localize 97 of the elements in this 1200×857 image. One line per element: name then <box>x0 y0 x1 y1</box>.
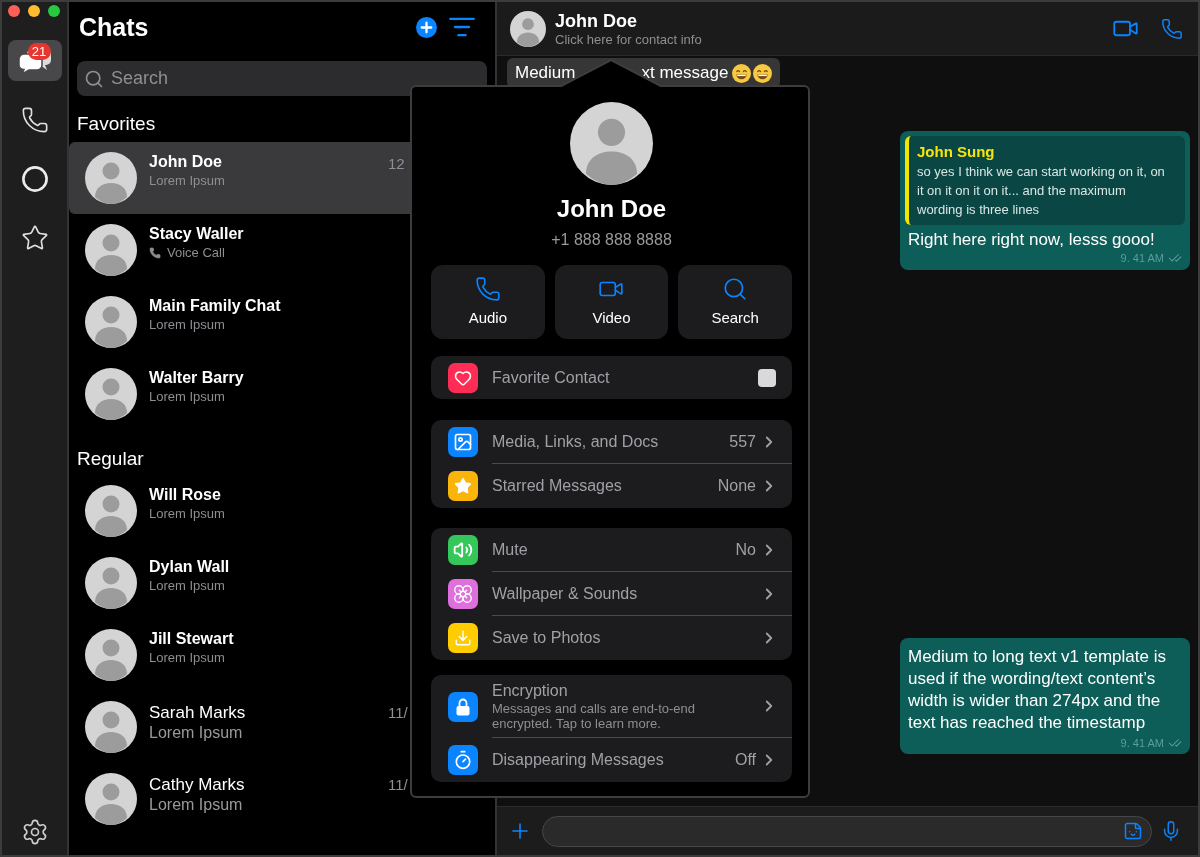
list-title: Chats <box>79 12 150 42</box>
phone-icon <box>20 105 49 134</box>
phone-icon[interactable] <box>1161 17 1183 40</box>
chat-preview: Lorem Ipsum <box>149 795 244 815</box>
starred-messages-row[interactable]: Starred Messages None <box>431 464 792 508</box>
message-time: 9. 41 AM <box>1120 736 1164 750</box>
unread-count-badge: 21 <box>27 43 51 60</box>
chat-preview: Lorem Ipsum <box>149 505 226 523</box>
avatar-silhouette <box>85 629 137 681</box>
grinning-face-icon <box>753 63 773 83</box>
chat-name: Stacy Waller <box>149 224 245 244</box>
search-button[interactable]: Search <box>678 265 792 339</box>
row-label: Wallpaper & Sounds <box>492 583 639 604</box>
section-title: Regular <box>77 447 145 471</box>
speaker-icon <box>448 535 478 565</box>
section-title: Favorites <box>77 112 157 136</box>
chat-preview: Lorem Ipsum <box>149 172 226 190</box>
mute-row[interactable]: Mute No <box>431 528 792 572</box>
row-label: Starred Messages <box>492 476 623 496</box>
download-icon <box>448 623 478 653</box>
favorite-label: Favorite Contact <box>492 367 611 388</box>
chat-name: Walter Barry <box>149 368 245 388</box>
chat-preview: Lorem Ipsum <box>149 649 226 667</box>
phone-icon <box>474 276 501 302</box>
avatar-silhouette <box>510 10 546 47</box>
row-label: Encryption <box>492 681 569 701</box>
row-value: No <box>735 539 756 560</box>
close-window-icon[interactable] <box>8 5 20 17</box>
chat-preview: Lorem Ipsum <box>149 388 226 406</box>
chat-name: Dylan Wall <box>149 557 231 577</box>
save-to-photos-row[interactable]: Save to Photos <box>431 616 792 660</box>
message-text: Medium to long text v1 template is used if the wording/text content’s width is wider than 274px and the text has reached the timestamp <box>908 646 1167 734</box>
image-icon <box>448 427 478 457</box>
timer-icon <box>448 745 478 775</box>
audio-call-button[interactable]: Audio <box>431 265 545 339</box>
grinning-face-icon <box>732 63 752 83</box>
quote-author: John Sung <box>917 142 996 162</box>
row-value: None <box>717 476 756 496</box>
chat-name: Jill Stewart <box>149 629 235 649</box>
row-label: Disappearing Messages <box>492 750 665 770</box>
video-call-button[interactable]: Video <box>554 265 669 339</box>
row-label: Mute <box>492 539 529 560</box>
disappearing-messages-row[interactable]: Disappearing Messages Off <box>431 738 792 782</box>
chat-preview: Lorem Ipsum <box>149 316 226 334</box>
star-icon <box>20 223 49 252</box>
favorite-checkbox[interactable] <box>758 368 776 387</box>
search-field[interactable]: Search <box>77 61 487 96</box>
encryption-row[interactable]: Encryption Messages and calls are end-to-end encrypted. Tap to learn more. <box>431 675 792 738</box>
chat-preview: Lorem Ipsum <box>149 723 244 743</box>
circle-icon <box>21 165 48 192</box>
minimize-window-icon[interactable] <box>28 5 40 17</box>
avatar-silhouette <box>85 368 137 420</box>
row-value: 557 <box>729 431 756 452</box>
chat-name: Main Family Chat <box>149 296 282 316</box>
message-input[interactable] <box>542 815 1152 847</box>
double-check-icon <box>1168 251 1182 265</box>
contact-subtitle[interactable]: Click here for contact info <box>555 31 1112 48</box>
avatar-silhouette <box>85 485 137 537</box>
row-label: Media, Links, and Docs <box>492 431 660 452</box>
chat-time: 11/ <box>388 704 408 721</box>
avatar-silhouette <box>85 557 137 609</box>
row-value: Off <box>734 750 756 770</box>
row-description: Messages and calls are end-to-end encrypted. Tap to learn more. <box>492 701 697 731</box>
chat-name: Sarah Marks <box>149 703 247 723</box>
chats-tab[interactable]: 21 <box>7 40 62 81</box>
chat-name: Cathy Marks <box>149 775 246 795</box>
search-icon <box>84 69 104 89</box>
avatar-silhouette <box>85 224 137 276</box>
contact-name[interactable]: John Doe <box>555 9 1112 32</box>
phone-icon <box>149 247 161 259</box>
avatar-silhouette <box>85 296 137 348</box>
maximize-window-icon[interactable] <box>48 5 60 17</box>
wallpaper-row[interactable]: Wallpaper & Sounds <box>431 572 792 616</box>
sticker-icon[interactable] <box>1123 821 1143 841</box>
message-text: Right here right now, lesss gooo! <box>907 229 1156 251</box>
chat-name: Will Rose <box>149 485 222 505</box>
contact-name: John Doe <box>556 194 667 224</box>
message-text: xt message <box>641 63 729 83</box>
row-label: Save to Photos <box>492 628 602 648</box>
chat-preview: Lorem Ipsum <box>149 577 226 595</box>
chat-time: 12 <box>388 155 405 172</box>
search-icon <box>722 276 749 302</box>
media-row[interactable]: Media, Links, and Docs 557 <box>431 420 792 464</box>
message-text: Medium <box>515 63 576 83</box>
avatar-silhouette <box>85 152 137 204</box>
plus-icon[interactable] <box>416 16 437 38</box>
double-check-icon <box>1168 736 1182 750</box>
flower-icon <box>448 579 478 609</box>
message-time: 9. 41 AM <box>1120 251 1164 265</box>
chat-preview: Voice Call <box>167 244 225 262</box>
lock-icon <box>448 691 478 722</box>
avatar-silhouette <box>85 773 137 825</box>
avatar-silhouette <box>85 701 137 753</box>
quote-text: so yes I think we can start working on it, on it on it on it on it... and the maximum wording is three lines <box>917 163 1166 219</box>
chat-name: John Doe <box>149 152 223 172</box>
phone-number: +1 888 888 8888 <box>551 230 672 250</box>
chat-time: 11/ <box>388 776 408 793</box>
